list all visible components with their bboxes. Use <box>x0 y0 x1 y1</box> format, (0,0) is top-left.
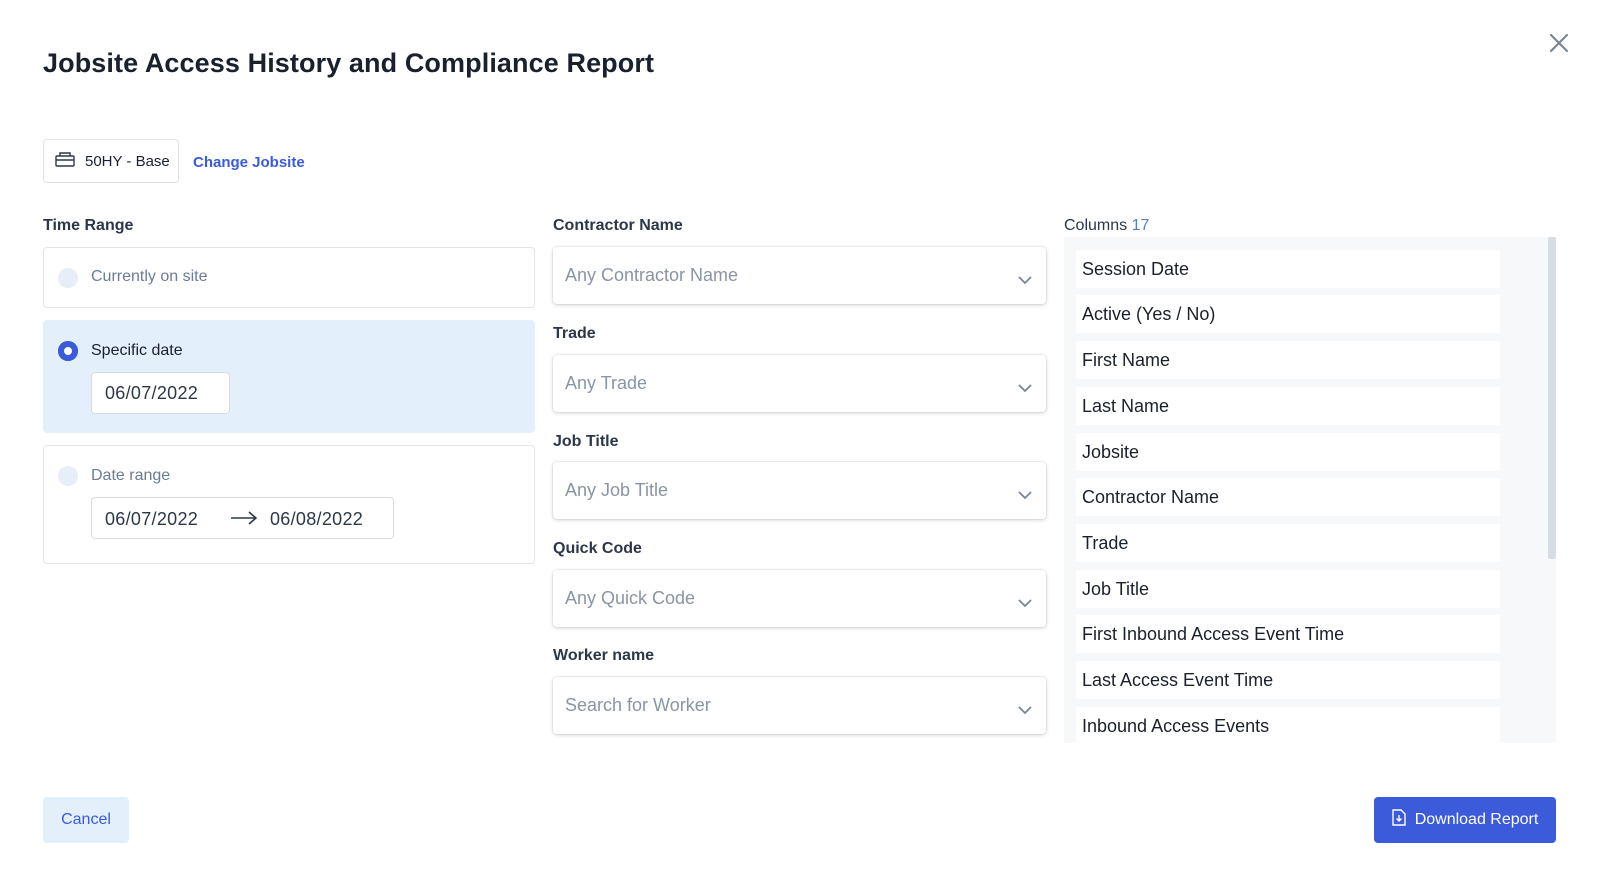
time-option-currently-on-site[interactable]: Currently on site <box>43 247 535 308</box>
trade-select[interactable]: Any Trade <box>553 355 1046 412</box>
close-button[interactable] <box>1544 30 1574 60</box>
close-icon <box>1549 33 1569 58</box>
column-item-first-name[interactable]: First Name <box>1076 341 1500 379</box>
columns-count: 17 <box>1131 217 1150 234</box>
filter-label-job-title: Job Title <box>553 433 619 450</box>
radio-specific-date[interactable] <box>58 341 78 361</box>
column-item-last-name[interactable]: Last Name <box>1076 387 1500 425</box>
arrow-right-icon <box>230 510 258 531</box>
filter-label-quick-code: Quick Code <box>553 540 642 557</box>
radio-date-range[interactable] <box>58 466 78 486</box>
building-icon <box>55 151 75 171</box>
cancel-button[interactable]: Cancel <box>43 797 129 843</box>
download-report-button[interactable]: Download Report <box>1374 797 1556 843</box>
dialog-title: Jobsite Access History and Compliance Re… <box>43 48 655 78</box>
column-item-session-date[interactable]: Session Date <box>1076 250 1500 288</box>
column-item-job-title[interactable]: Job Title <box>1076 570 1500 608</box>
time-option-specific-date[interactable]: Specific date 06/07/2022 <box>43 320 535 433</box>
contractor-select[interactable]: Any Contractor Name <box>553 247 1046 304</box>
date-range-input[interactable]: 06/07/2022 06/08/2022 <box>91 497 394 539</box>
chevron-down-icon <box>1018 269 1032 290</box>
radio-label: Currently on site <box>91 268 208 285</box>
select-placeholder: Any Job Title <box>565 480 669 500</box>
radio-label: Specific date <box>91 342 183 359</box>
file-download-icon <box>1391 809 1406 831</box>
select-placeholder: Any Contractor Name <box>565 265 739 285</box>
time-option-date-range[interactable]: Date range 06/07/2022 06/08/2022 <box>43 445 535 564</box>
filter-label-trade: Trade <box>553 325 596 342</box>
column-item-trade[interactable]: Trade <box>1076 524 1500 562</box>
filter-label-contractor: Contractor Name <box>553 217 683 234</box>
columns-list[interactable]: Session Date Active (Yes / No) First Nam… <box>1064 237 1556 743</box>
change-jobsite-link[interactable]: Change Jobsite <box>193 154 305 171</box>
select-placeholder: Any Quick Code <box>565 588 696 608</box>
radio-label: Date range <box>91 467 171 484</box>
columns-label: Columns <box>1064 217 1128 234</box>
column-item-contractor-name[interactable]: Contractor Name <box>1076 478 1500 516</box>
time-range-label: Time Range <box>43 217 134 234</box>
quick-code-select[interactable]: Any Quick Code <box>553 570 1046 627</box>
chevron-down-icon <box>1018 484 1032 505</box>
filter-label-worker-name: Worker name <box>553 647 655 664</box>
chevron-down-icon <box>1018 592 1032 613</box>
radio-currently-on-site[interactable] <box>58 268 78 288</box>
range-start-date: 06/07/2022 <box>105 509 199 529</box>
chevron-down-icon <box>1018 699 1032 720</box>
select-placeholder: Any Trade <box>565 373 648 393</box>
column-item-last-access-time[interactable]: Last Access Event Time <box>1076 661 1500 699</box>
select-placeholder: Search for Worker <box>565 695 711 715</box>
columns-header: Columns 17 <box>1064 217 1149 235</box>
jobsite-name: 50HY - Base <box>85 152 170 170</box>
specific-date-input[interactable]: 06/07/2022 <box>91 372 230 414</box>
column-item-first-inbound-time[interactable]: First Inbound Access Event Time <box>1076 615 1500 653</box>
chevron-down-icon <box>1018 377 1032 398</box>
worker-search-select[interactable]: Search for Worker <box>553 677 1046 734</box>
range-end-date: 06/08/2022 <box>270 509 364 529</box>
columns-scrollbar[interactable] <box>1548 237 1556 559</box>
jobsite-chip: 50HY - Base <box>43 139 179 183</box>
column-item-active[interactable]: Active (Yes / No) <box>1076 295 1500 333</box>
column-item-jobsite[interactable]: Jobsite <box>1076 433 1500 471</box>
download-report-label: Download Report <box>1414 811 1539 828</box>
column-item-inbound-events[interactable]: Inbound Access Events <box>1076 707 1500 743</box>
job-title-select[interactable]: Any Job Title <box>553 462 1046 519</box>
